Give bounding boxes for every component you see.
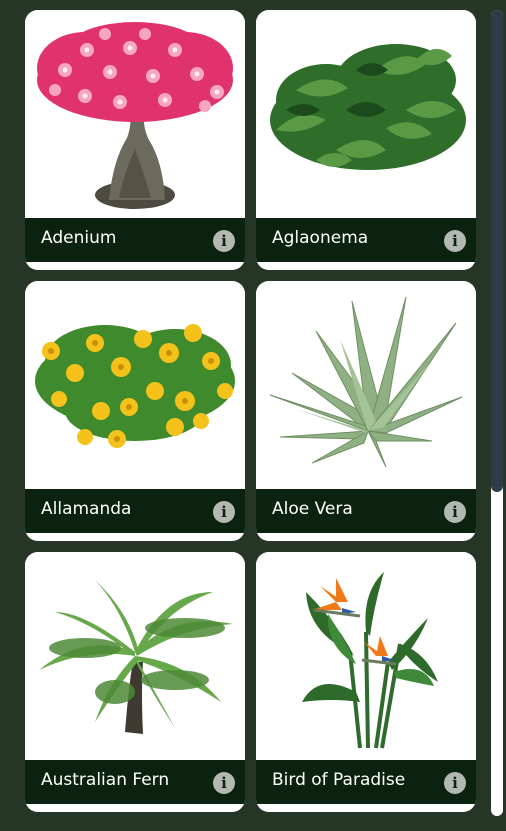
allamanda-icon: [35, 324, 235, 448]
scrollbar-track[interactable]: [491, 10, 503, 816]
aglaonema-icon: [270, 44, 466, 170]
plant-image-bird-of-paradise: [256, 552, 476, 760]
plant-name: Aloe Vera: [272, 499, 353, 519]
plant-card-footer: Australian Fern i: [25, 760, 245, 804]
plant-card-footer: Aglaonema i: [256, 218, 476, 262]
tree-fern-icon: [39, 580, 233, 734]
plant-name: Australian Fern: [41, 770, 170, 790]
plant-card-footer: Aloe Vera i: [256, 489, 476, 533]
info-icon[interactable]: i: [444, 230, 466, 252]
plant-card-adenium[interactable]: Adenium i: [25, 10, 245, 270]
info-icon[interactable]: i: [444, 772, 466, 794]
info-icon[interactable]: i: [213, 501, 235, 523]
plant-grid: Adenium i Aglaonema i Allamanda i Aloe V…: [25, 10, 476, 812]
plant-name: Allamanda: [41, 499, 132, 519]
bird-of-paradise-icon: [302, 572, 438, 749]
plant-card-footer: Bird of Paradise i: [256, 760, 476, 804]
plant-name: Aglaonema: [272, 228, 369, 248]
plant-card-footer: Adenium i: [25, 218, 245, 262]
plant-image-adenium: [25, 10, 245, 218]
plant-image-aloe-vera: [256, 281, 476, 489]
info-icon[interactable]: i: [213, 772, 235, 794]
info-icon[interactable]: i: [444, 501, 466, 523]
plant-card-footer: Allamanda i: [25, 489, 245, 533]
plant-card-australian-fern[interactable]: Australian Fern i: [25, 552, 245, 812]
plant-image-allamanda: [25, 281, 245, 489]
scrollbar-thumb[interactable]: [491, 10, 503, 492]
plant-image-australian-fern: [25, 552, 245, 760]
adenium-icon: [37, 22, 233, 209]
plant-image-aglaonema: [256, 10, 476, 218]
aloe-vera-icon: [269, 296, 463, 468]
info-icon[interactable]: i: [213, 230, 235, 252]
plant-card-aglaonema[interactable]: Aglaonema i: [256, 10, 476, 270]
plant-card-bird-of-paradise[interactable]: Bird of Paradise i: [256, 552, 476, 812]
plant-gallery: Adenium i Aglaonema i Allamanda i Aloe V…: [0, 0, 506, 831]
plant-card-aloe-vera[interactable]: Aloe Vera i: [256, 281, 476, 541]
plant-name: Bird of Paradise: [272, 770, 406, 790]
plant-name: Adenium: [41, 228, 117, 248]
plant-card-allamanda[interactable]: Allamanda i: [25, 281, 245, 541]
